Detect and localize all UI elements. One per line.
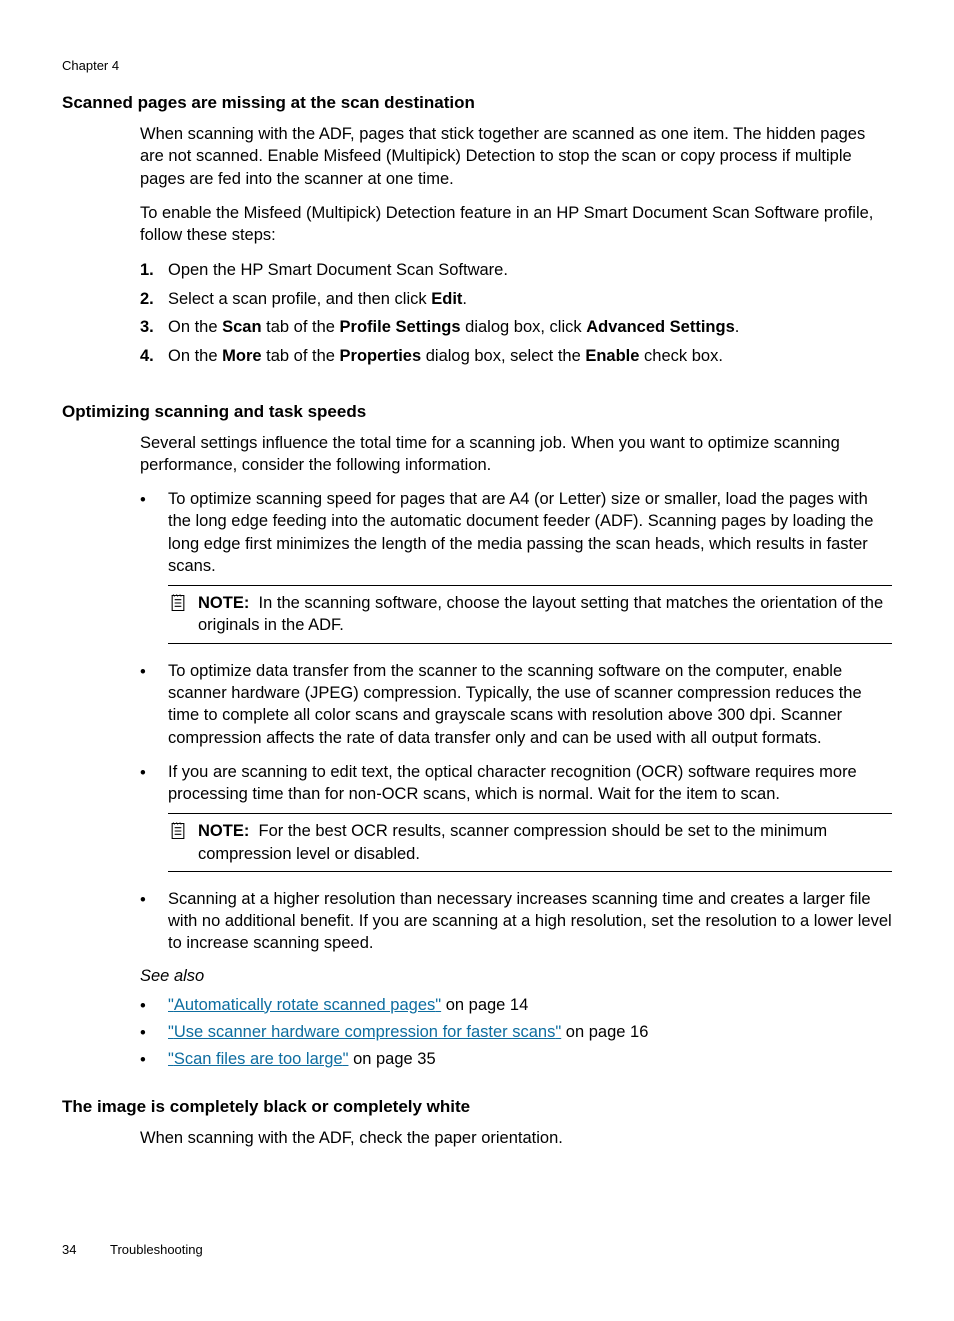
link-tail: on page 35 (348, 1050, 435, 1068)
bullet-icon: • (140, 1048, 168, 1071)
bullet-text: To optimize scanning speed for pages tha… (168, 488, 892, 577)
chapter-header: Chapter 4 (62, 58, 892, 73)
step-text: On the Scan tab of the Profile Settings … (168, 315, 739, 341)
paragraph: When scanning with the ADF, check the pa… (140, 1127, 892, 1149)
bullet-text: If you are scanning to edit text, the op… (168, 761, 892, 806)
bullet-text: To optimize data transfer from the scann… (168, 660, 892, 749)
heading-optimizing-speeds: Optimizing scanning and task speeds (62, 402, 892, 422)
step-text: Select a scan profile, and then click Ed… (168, 287, 467, 313)
step-text: Open the HP Smart Document Scan Software… (168, 258, 508, 284)
step-number: 3. (140, 315, 168, 341)
step-number: 1. (140, 258, 168, 284)
list-item: • "Automatically rotate scanned pages" o… (140, 994, 892, 1017)
list-item: • Scanning at a higher resolution than n… (140, 888, 892, 955)
link-tail: on page 14 (441, 996, 528, 1014)
step-number: 4. (140, 344, 168, 370)
footer-section: Troubleshooting (110, 1242, 203, 1257)
heading-black-or-white: The image is completely black or complet… (62, 1097, 892, 1117)
link-tail: on page 16 (561, 1023, 648, 1041)
note-icon (168, 592, 198, 637)
note-text: NOTE: In the scanning software, choose t… (198, 592, 892, 637)
page-number: 34 (62, 1242, 110, 1257)
bullet-icon: • (140, 488, 168, 648)
paragraph: Several settings influence the total tim… (140, 432, 892, 477)
bullet-text: Scanning at a higher resolution than nec… (168, 888, 892, 955)
ordered-list: 1. Open the HP Smart Document Scan Softw… (140, 258, 892, 369)
list-item: • "Use scanner hardware compression for … (140, 1021, 892, 1044)
bullet-icon: • (140, 761, 168, 876)
list-item: 4. On the More tab of the Properties dia… (140, 344, 892, 370)
note-icon (168, 820, 198, 865)
link-scan-files-large[interactable]: "Scan files are too large" (168, 1050, 348, 1068)
link-auto-rotate[interactable]: "Automatically rotate scanned pages" (168, 996, 441, 1014)
bullet-icon: • (140, 994, 168, 1017)
list-item: • "Scan files are too large" on page 35 (140, 1048, 892, 1071)
list-item: 3. On the Scan tab of the Profile Settin… (140, 315, 892, 341)
step-text: On the More tab of the Properties dialog… (168, 344, 723, 370)
link-hardware-compression[interactable]: "Use scanner hardware compression for fa… (168, 1023, 561, 1041)
bullet-icon: • (140, 1021, 168, 1044)
list-item: 2. Select a scan profile, and then click… (140, 287, 892, 313)
page-footer: 34 Troubleshooting (62, 1242, 203, 1257)
paragraph: To enable the Misfeed (Multipick) Detect… (140, 202, 892, 247)
step-number: 2. (140, 287, 168, 313)
list-item: • To optimize data transfer from the sca… (140, 660, 892, 749)
bullet-icon: • (140, 888, 168, 955)
list-item: • If you are scanning to edit text, the … (140, 761, 892, 876)
note-box: NOTE: For the best OCR results, scanner … (168, 813, 892, 872)
list-item: • To optimize scanning speed for pages t… (140, 488, 892, 648)
note-box: NOTE: In the scanning software, choose t… (168, 585, 892, 644)
bullet-list: • To optimize scanning speed for pages t… (140, 488, 892, 955)
paragraph: When scanning with the ADF, pages that s… (140, 123, 892, 190)
heading-scanned-pages-missing: Scanned pages are missing at the scan de… (62, 93, 892, 113)
bullet-icon: • (140, 660, 168, 749)
note-text: NOTE: For the best OCR results, scanner … (198, 820, 892, 865)
see-also-label: See also (140, 967, 892, 986)
see-also-list: • "Automatically rotate scanned pages" o… (140, 994, 892, 1072)
list-item: 1. Open the HP Smart Document Scan Softw… (140, 258, 892, 284)
